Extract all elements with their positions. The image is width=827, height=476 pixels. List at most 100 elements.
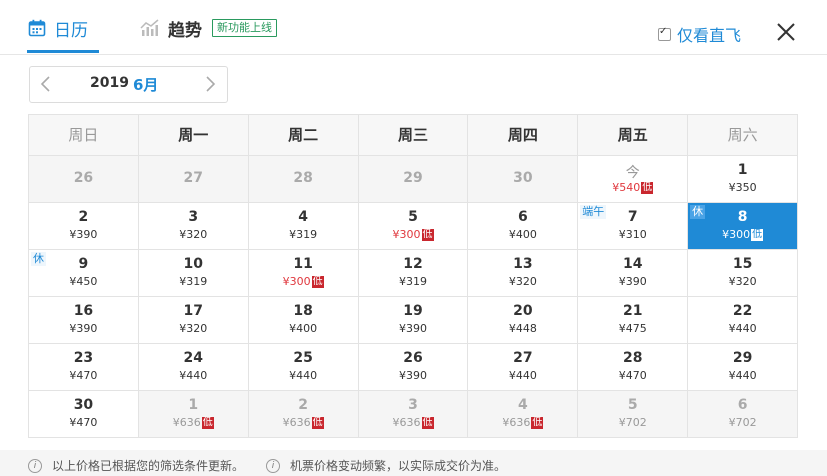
price-value: ¥319 <box>289 228 318 241</box>
footer-note: i 以上价格已根据您的筛选条件更新。 <box>28 457 244 474</box>
footer-note-text: 机票价格变动频繁，以实际成交价为准。 <box>290 459 507 473</box>
calendar-day: 3 ¥636 低 <box>358 391 469 438</box>
close-icon[interactable] <box>774 20 798 44</box>
day-number: 13 <box>513 256 533 272</box>
weekday-tue: 周二 <box>248 115 359 156</box>
calendar-day[interactable]: 1 ¥350 <box>688 156 799 203</box>
price-value: ¥390 <box>399 369 427 382</box>
day-price: ¥470 <box>29 369 138 382</box>
day-price: ¥440 <box>249 369 358 382</box>
calendar-day[interactable]: 23 ¥470 <box>29 344 139 391</box>
calendar-day[interactable]: 6 ¥400 <box>468 203 579 250</box>
day-number: 21 <box>622 303 643 319</box>
calendar-day[interactable]: 24 ¥440 <box>138 344 249 391</box>
day-number: 30 <box>513 170 533 186</box>
price-value: ¥636 <box>502 416 531 429</box>
calendar-day[interactable]: 2 ¥390 <box>29 203 139 250</box>
trend-chart-icon <box>140 19 159 36</box>
price-value: ¥450 <box>69 275 98 288</box>
day-number: 1 <box>737 162 748 178</box>
price-value: ¥470 <box>69 416 98 429</box>
info-icon: i <box>28 458 42 473</box>
low-price-badge: 低 <box>421 417 434 429</box>
calendar-day[interactable]: 19 ¥390 <box>358 297 469 344</box>
footer-notes: i 以上价格已根据您的筛选条件更新。 i 机票价格变动频繁，以实际成交价为准。 <box>0 450 827 476</box>
calendar-day[interactable]: 今 ¥540 低 <box>578 156 689 203</box>
calendar-day[interactable]: 13 ¥320 <box>468 250 579 297</box>
day-price: ¥636 低 <box>139 416 248 429</box>
low-price-badge: 低 <box>311 276 324 288</box>
price-value: ¥320 <box>179 228 208 241</box>
calendar-day-selected[interactable]: 休 8 ¥300 低 <box>688 203 799 250</box>
price-value: ¥636 <box>172 416 201 429</box>
price-value: ¥702 <box>618 416 647 429</box>
tab-calendar[interactable]: 日历 <box>28 14 88 42</box>
day-number: 7 <box>627 209 638 225</box>
day-number: 24 <box>183 350 204 366</box>
price-value: ¥440 <box>508 369 537 382</box>
direct-only-checkbox[interactable] <box>658 26 671 41</box>
day-number: 26 <box>403 350 423 366</box>
day-number: 8 <box>737 209 748 225</box>
price-value: ¥440 <box>289 369 318 382</box>
day-number: 27 <box>513 350 533 366</box>
calendar-day[interactable]: 20 ¥448 <box>468 297 579 344</box>
day-number: 29 <box>732 350 753 366</box>
tab-calendar-label: 日历 <box>54 20 88 41</box>
calendar-day[interactable]: 14 ¥390 <box>578 250 689 297</box>
direct-only-toggle[interactable]: 仅看直飞 <box>658 22 741 46</box>
price-value: ¥300 <box>282 275 311 288</box>
footer-note-text: 以上价格已根据您的筛选条件更新。 <box>52 459 245 473</box>
price-value: ¥390 <box>399 322 427 335</box>
day-price: ¥320 <box>139 228 248 241</box>
day-number: 20 <box>513 303 533 319</box>
calendar-day[interactable]: 5 ¥300 低 <box>358 203 469 250</box>
calendar-day[interactable]: 30 ¥470 <box>29 391 139 438</box>
calendar-day[interactable]: 26 ¥390 <box>358 344 469 391</box>
day-number: 10 <box>183 256 204 272</box>
calendar-day[interactable]: 12 ¥319 <box>358 250 469 297</box>
low-price-badge: 低 <box>641 182 654 194</box>
tab-trend[interactable]: 趋势 新功能上线 <box>140 14 277 42</box>
day-price: ¥390 <box>578 275 687 288</box>
calendar-day[interactable]: 25 ¥440 <box>248 344 359 391</box>
calendar-day[interactable]: 11 ¥300 低 <box>248 250 359 297</box>
calendar-day[interactable]: 3 ¥320 <box>138 203 249 250</box>
day-price: ¥450 <box>29 275 138 288</box>
price-value: ¥400 <box>289 322 318 335</box>
price-value: ¥320 <box>508 275 537 288</box>
price-value: ¥300 <box>722 228 751 241</box>
day-number: 5 <box>408 209 418 225</box>
day-price: ¥636 低 <box>249 416 358 429</box>
price-calendar: 周日 周一 周二 周三 周四 周五 周六 26 27 28 29 30 今 ¥540 低 1 ¥3… <box>28 114 799 438</box>
day-price: ¥440 <box>468 369 577 382</box>
chevron-left-icon[interactable] <box>40 76 52 92</box>
calendar-day[interactable]: 4 ¥319 <box>248 203 359 250</box>
day-number: 19 <box>403 303 423 319</box>
price-value: ¥320 <box>179 322 208 335</box>
chevron-right-icon[interactable] <box>204 76 216 92</box>
calendar-day[interactable]: 28 ¥470 <box>578 344 689 391</box>
day-price: ¥470 <box>578 369 687 382</box>
calendar-day[interactable]: 15 ¥320 <box>688 250 799 297</box>
day-price: ¥320 <box>139 322 248 335</box>
price-value: ¥702 <box>728 416 757 429</box>
price-value: ¥390 <box>69 322 98 335</box>
calendar-week-row: 23 ¥470 24 ¥440 25 ¥440 26 ¥390 27 ¥440 28 ¥470 29 ¥4… <box>28 344 799 391</box>
day-number: 17 <box>183 303 204 319</box>
calendar-day[interactable]: 27 ¥440 <box>468 344 579 391</box>
calendar-day[interactable]: 端午 7 ¥310 <box>578 203 689 250</box>
calendar-day: 1 ¥636 低 <box>138 391 249 438</box>
day-number: 2 <box>78 209 89 225</box>
calendar-day[interactable]: 21 ¥475 <box>578 297 689 344</box>
calendar-day[interactable]: 18 ¥400 <box>248 297 359 344</box>
day-price: ¥475 <box>578 322 687 335</box>
day-price: ¥320 <box>688 275 797 288</box>
calendar-day[interactable]: 29 ¥440 <box>688 344 799 391</box>
calendar-day[interactable]: 22 ¥440 <box>688 297 799 344</box>
calendar-day[interactable]: 17 ¥320 <box>138 297 249 344</box>
calendar-day[interactable]: 10 ¥319 <box>138 250 249 297</box>
calendar-day[interactable]: 16 ¥390 <box>29 297 139 344</box>
top-bar: 日历 趋势 新功能上线 仅看直飞 <box>0 0 827 55</box>
calendar-day[interactable]: 休 9 ¥450 <box>29 250 139 297</box>
